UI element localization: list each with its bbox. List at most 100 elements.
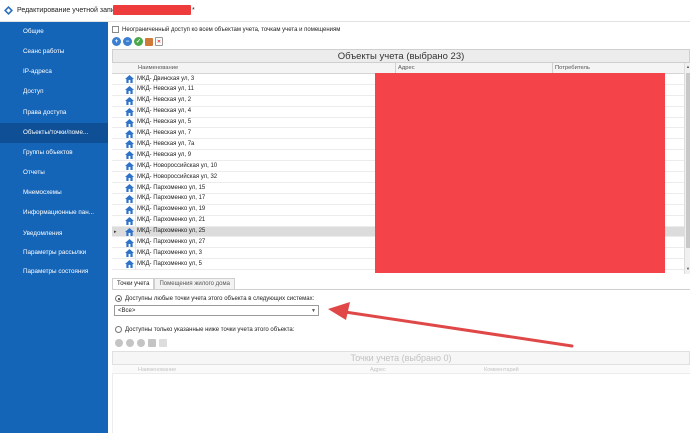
cell-divider — [135, 150, 136, 162]
scroll-down-arrow-icon[interactable]: ▼ — [685, 266, 690, 273]
cell-divider — [135, 237, 136, 249]
unlimited-access-checkbox[interactable] — [112, 26, 119, 33]
house-icon — [125, 96, 134, 105]
unlimited-access-label: Неограниченный доступ ко всем объектам у… — [122, 26, 341, 33]
house-icon — [125, 227, 134, 236]
clear-icon[interactable]: ✕ — [155, 37, 163, 46]
sidebar-item[interactable]: Уведомления — [0, 224, 108, 244]
cell-divider — [135, 117, 136, 129]
cell-divider — [135, 128, 136, 140]
row-name-cell: МКД- Новороссийская ул, 10 — [137, 162, 218, 169]
column-header-address[interactable]: Адрес — [398, 65, 415, 71]
column-header-consumer[interactable]: Потребитель — [555, 65, 590, 71]
unlimited-access-row[interactable]: Неограниченный доступ ко всем объектам у… — [112, 25, 340, 34]
row-selector-icon: ▸ — [114, 228, 117, 235]
tab-premises[interactable]: Помещения жилого дома — [154, 278, 235, 289]
radio-specific-points[interactable] — [115, 326, 122, 333]
chevron-down-icon[interactable]: ▼ — [311, 308, 316, 314]
add-icon[interactable]: + — [112, 37, 121, 46]
row-name-cell: МКД- Невская ул, 7а — [137, 140, 195, 147]
radio-all-points-label: Доступны любые точки учета этого объекта… — [125, 295, 315, 302]
column-header-comment[interactable]: Комментарий — [484, 367, 519, 373]
house-icon — [125, 173, 134, 182]
row-name-cell: МКД- Невская ул, 7 — [137, 130, 192, 136]
systems-select-value: <Все> — [118, 307, 136, 314]
row-name-cell: МКД- Пархоменко ул, 3 — [137, 249, 202, 256]
radio-all-points[interactable] — [115, 295, 122, 302]
row-name-cell: МКД- Невская ул, 4 — [137, 108, 192, 115]
add-icon[interactable] — [115, 339, 123, 347]
window-title: Редактирование учетной записи: — [17, 7, 125, 14]
row-name-cell: МКД- Невская ул, 2 — [137, 97, 192, 104]
sidebar-item[interactable]: Сеанс работы — [0, 42, 108, 62]
house-icon — [125, 194, 134, 203]
sidebar-item[interactable]: Группы объектов — [0, 143, 108, 163]
cell-divider — [135, 161, 136, 173]
scrollbar-thumb[interactable] — [686, 73, 690, 248]
edit-icon[interactable] — [145, 37, 153, 46]
sidebar-item[interactable]: IP-адреса — [0, 62, 108, 82]
cell-divider — [135, 172, 136, 184]
sidebar-item[interactable]: Мнемосхемы — [0, 183, 108, 203]
main-panel: Неограниченный доступ ко всем объектам у… — [108, 22, 690, 433]
row-name-cell: МКД- Невская ул, 11 — [137, 86, 194, 93]
points-grid-column-headers: Наименование Адрес Комментарий — [112, 365, 690, 374]
sidebar-item[interactable]: Параметры состояния — [0, 262, 108, 282]
remove-icon[interactable]: − — [123, 37, 132, 46]
objects-toolbar: + − ✓ ✕ — [112, 36, 165, 47]
house-icon — [125, 249, 134, 258]
edit-icon[interactable] — [148, 339, 156, 347]
column-header-name[interactable]: Наименование — [138, 65, 178, 71]
radio-specific-points-row[interactable]: Доступны только указанные ниже точки уче… — [115, 325, 294, 334]
sidebar-item[interactable]: Объекты/точки/поме... — [0, 123, 108, 143]
house-icon — [125, 151, 134, 160]
house-icon — [125, 216, 134, 225]
cell-divider — [135, 193, 136, 205]
points-grid-body — [112, 374, 690, 433]
sidebar: Общие Сеанс работы IP-адреса Доступ Права до… — [0, 22, 108, 433]
row-name-cell: МКД- Двинская ул, 3 — [137, 75, 195, 82]
objects-grid-scrollbar[interactable]: ▲ ▼ — [684, 63, 690, 274]
row-name-cell: МКД- Пархоменко ул, 17 — [137, 195, 206, 202]
radio-all-points-row[interactable]: Доступны любые точки учета этого объекта… — [115, 294, 314, 303]
house-icon — [125, 184, 134, 193]
cell-divider — [135, 95, 136, 107]
row-name-cell: МКД- Пархоменко ул, 19 — [137, 206, 206, 213]
points-toolbar — [115, 338, 170, 348]
tab-metering-points[interactable]: Точки учета — [112, 278, 155, 289]
sidebar-item[interactable]: Доступ — [0, 82, 108, 102]
house-icon — [125, 238, 134, 247]
row-name-cell: МКД- Пархоменко ул, 25 — [137, 228, 206, 235]
row-name-cell: МКД- Невская ул, 5 — [137, 119, 192, 126]
row-name-cell: МКД- Невская ул, 9 — [137, 151, 192, 158]
row-name-cell: МКД- Пархоменко ул, 21 — [137, 217, 206, 224]
sidebar-item[interactable]: Информационные пан... — [0, 203, 108, 223]
house-icon — [125, 140, 134, 149]
cell-divider — [135, 259, 136, 270]
redacted-area — [375, 73, 665, 273]
scroll-up-arrow-icon[interactable]: ▲ — [685, 64, 690, 71]
column-header-address[interactable]: Адрес — [370, 367, 386, 373]
check-icon[interactable]: ✓ — [134, 37, 143, 46]
window-titlebar: Редактирование учетной записи: * — [0, 0, 690, 22]
row-name-cell: МКД- Пархоменко ул, 15 — [137, 184, 206, 191]
check-icon[interactable] — [137, 339, 145, 347]
points-grid-title: Точки учета (выбрано 0) — [112, 351, 690, 365]
clear-icon[interactable] — [159, 339, 167, 347]
house-icon — [125, 205, 134, 214]
sidebar-item[interactable]: Отчеты — [0, 163, 108, 183]
sidebar-item[interactable]: Права доступа — [0, 103, 108, 123]
sidebar-item[interactable]: Параметры рассылки — [0, 243, 108, 263]
cell-divider — [135, 204, 136, 216]
house-icon — [125, 107, 134, 116]
house-icon — [125, 85, 134, 94]
cell-divider — [135, 139, 136, 151]
house-icon — [125, 260, 134, 269]
cell-divider — [135, 106, 136, 118]
row-name-cell: МКД- Новороссийская ул, 32 — [137, 173, 218, 180]
column-header-name[interactable]: Наименование — [138, 367, 176, 373]
sidebar-item[interactable]: Общие — [0, 22, 108, 42]
systems-select[interactable]: <Все> ▼ — [114, 305, 319, 316]
house-icon — [125, 75, 134, 84]
remove-icon[interactable] — [126, 339, 134, 347]
